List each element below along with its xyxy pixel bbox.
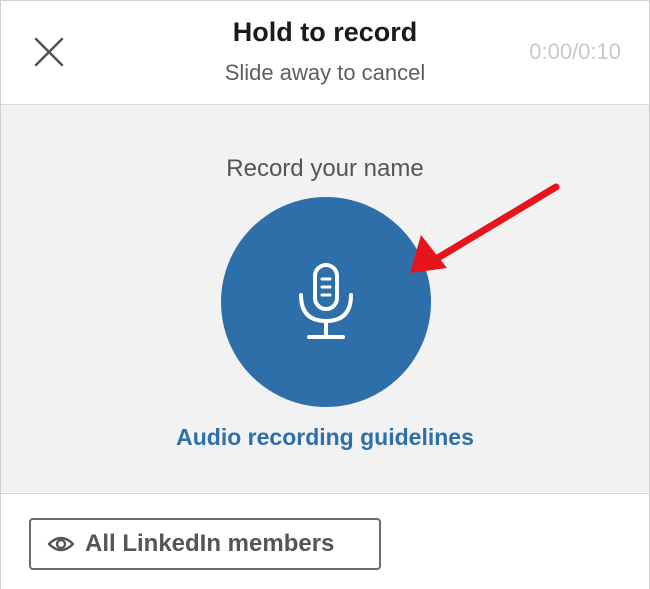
dialog-footer: All LinkedIn members <box>1 493 649 589</box>
eye-icon <box>47 536 75 552</box>
recording-timer: 0:00/0:10 <box>529 39 621 64</box>
record-prompt-label: Record your name <box>226 155 424 182</box>
recorder-panel: Record your name Audio recording guideli… <box>1 105 649 492</box>
microphone-icon <box>299 263 353 339</box>
dialog-header: Hold to record Slide away to cancel 0:00… <box>1 1 649 105</box>
visibility-button[interactable]: All LinkedIn members <box>29 518 381 570</box>
record-button[interactable] <box>221 197 431 407</box>
audio-guidelines-link[interactable]: Audio recording guidelines <box>1 424 649 451</box>
record-name-dialog: Hold to record Slide away to cancel 0:00… <box>0 0 650 589</box>
visibility-label: All LinkedIn members <box>85 530 335 557</box>
